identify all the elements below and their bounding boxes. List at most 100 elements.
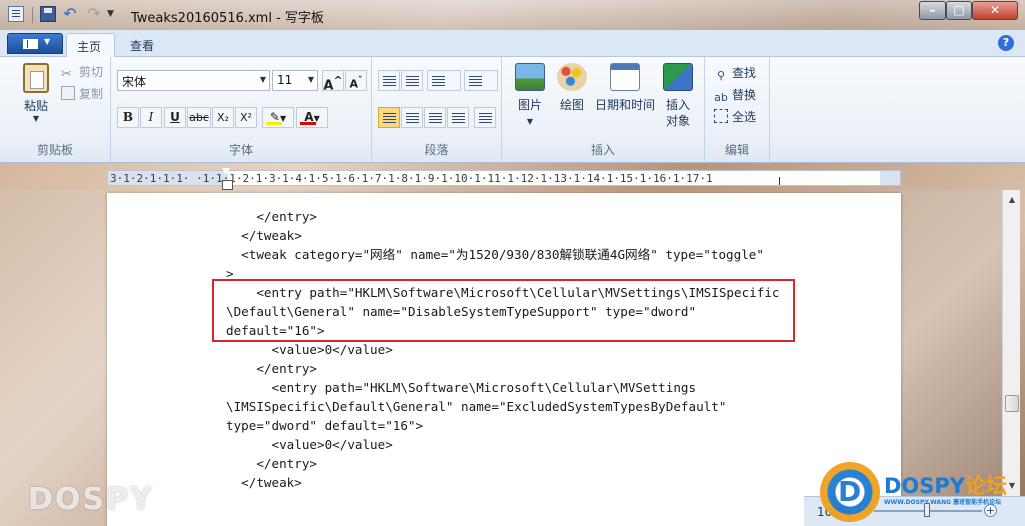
help-icon[interactable]: ? [998,35,1014,51]
font-family-select[interactable]: 宋体 ▼ [117,70,270,91]
document-page[interactable]: </entry> </tweak> <tweak category="网络" n… [107,193,901,526]
dospy-brand-name: DOSPY [884,474,966,498]
close-button[interactable]: ✕ [972,1,1018,20]
font-color-button[interactable]: A▼ [296,107,328,128]
paragraph-icon [479,113,492,114]
font-size-select[interactable]: 11 ▼ [272,70,318,91]
maximize-button[interactable]: □ [946,1,972,20]
shrink-font-glyph: A [349,77,358,91]
doc-line: </entry> [226,361,317,376]
strikethrough-button[interactable]: abc [187,107,211,128]
decrease-indent-icon [383,76,396,77]
find-label: 查找 [732,66,757,80]
minimize-button[interactable]: – [919,1,946,20]
align-center-button[interactable] [401,107,423,128]
quick-access-customize-icon[interactable]: ▼ [107,9,114,19]
datetime-label: 日期和时间 [594,98,655,112]
object-label-line2: 对象 [665,114,690,128]
font-color-swatch [300,122,316,125]
application-menu-button[interactable]: ▼ [7,33,63,54]
find-button[interactable]: ⚲ 查找 [714,64,756,83]
select-all-icon [714,109,728,123]
bold-button[interactable]: B [117,107,139,128]
insert-object-button[interactable]: 插入 对象 [663,63,693,129]
insert-group-label: 插入 [590,143,615,157]
highlight-color-button[interactable]: ✎▼ [262,107,294,128]
italic-button[interactable]: I [140,107,162,128]
paint-label: 绘图 [559,98,584,112]
align-center-icon [406,113,419,114]
paragraph-group-label: 段落 [424,143,449,157]
doc-line: <value>0</value> [226,342,393,357]
chevron-down-icon: ▼ [307,75,314,84]
replace-button[interactable]: ab 替换 [714,86,756,105]
align-right-button[interactable] [424,107,446,128]
quick-access-separator [32,7,33,23]
chevron-down-icon: ▼ [32,114,40,123]
paint-drawing-button[interactable]: 绘图 [555,63,589,113]
chevron-down-icon: ▼ [44,37,51,46]
ruler-numbers: 3·1·2·1·1·1· ·1·1·1·2·1·3·1·4·1·5·1·6·1·… [110,172,713,185]
font-size-value: 11 [277,73,293,87]
decrease-indent-button[interactable] [378,70,400,91]
indent-marker[interactable] [222,168,233,190]
grow-font-button[interactable]: A^ [322,70,344,94]
window-title: Tweaks20160516.xml - 写字板 [131,11,324,26]
scroll-up-arrow-icon[interactable]: ▲ [1004,192,1020,208]
highlight-color-swatch [266,122,282,125]
line-spacing-button[interactable] [464,70,498,91]
picture-label: 图片 [517,98,542,112]
vertical-scrollbar[interactable]: ▲ ▼ [1002,190,1020,496]
subscript-button[interactable]: X₂ [212,107,234,128]
line-spacing-icon [469,76,482,77]
justify-button[interactable] [447,107,469,128]
paragraph-dialog-button[interactable] [474,107,496,128]
doc-line: </entry> [226,209,317,224]
dospy-watermark-left: DOSPY [28,482,154,517]
doc-line: </tweak> [226,228,302,243]
font-group-label: 字体 [228,143,253,157]
bullet-list-icon [432,76,445,77]
increase-indent-button[interactable] [401,70,423,91]
dospy-subtitle: WWW.DOSPY.WANG 塞班智能手机论坛 [884,499,1002,506]
doc-line: </entry> [226,456,317,471]
save-icon[interactable] [40,6,56,22]
scroll-thumb[interactable] [1005,395,1019,412]
undo-icon[interactable]: ↶ [62,6,78,22]
tab-home[interactable]: 主页 [66,33,115,58]
underline-button[interactable]: U [164,107,186,128]
red-highlight-annotation [212,279,795,342]
insert-picture-button[interactable]: 图片 ▼ [512,63,548,127]
select-all-label: 全选 [732,110,757,124]
object-icon [663,63,693,91]
dospy-logo: D [820,462,880,522]
dospy-brand-text: DOSPY论坛 [884,470,1007,500]
align-right-icon [429,113,442,114]
cut-label: 剪切 [79,65,104,79]
cut-button[interactable]: ✂ 剪切 [61,63,104,82]
select-all-button[interactable]: 全选 [714,108,756,125]
dospy-brand-cn: 论坛 [965,474,1008,498]
redo-icon[interactable]: ↷ [86,6,102,22]
grow-font-glyph: A [323,78,334,94]
ribbon-tab-strip: ▼ 主页 查看 ? [0,30,1025,58]
tab-stop-marker[interactable] [779,177,780,185]
scissors-icon: ✂ [61,67,72,82]
copy-button[interactable]: 复制 [61,85,103,103]
paste-button[interactable]: 粘贴 ▼ [17,63,55,123]
binoculars-icon: ⚲ [716,69,726,82]
replace-icon: ab [714,91,728,104]
align-left-button[interactable] [378,107,400,128]
shrink-font-button[interactable]: Aˇ [345,70,367,91]
superscript-button[interactable]: X² [235,107,257,128]
copy-label: 复制 [79,87,104,101]
chevron-down-icon: ▼ [526,117,534,126]
wordpad-app-icon[interactable] [8,6,24,22]
date-time-button[interactable]: 日期和时间 [594,63,656,113]
title-bar: ↶ ↷ ▼ Tweaks20160516.xml - 写字板 – □ ✕ [0,0,1025,30]
tab-view[interactable]: 查看 [120,33,166,58]
app-menu-icon [23,39,38,49]
doc-line: \IMSISpecific\Default\General" name="Exc… [226,399,727,414]
ribbon: 粘贴 ▼ ✂ 剪切 复制 剪贴板 字体 宋体 ▼ 11 ▼ A^ Aˇ B I U… [0,57,1025,163]
bullet-list-button[interactable] [427,70,461,91]
